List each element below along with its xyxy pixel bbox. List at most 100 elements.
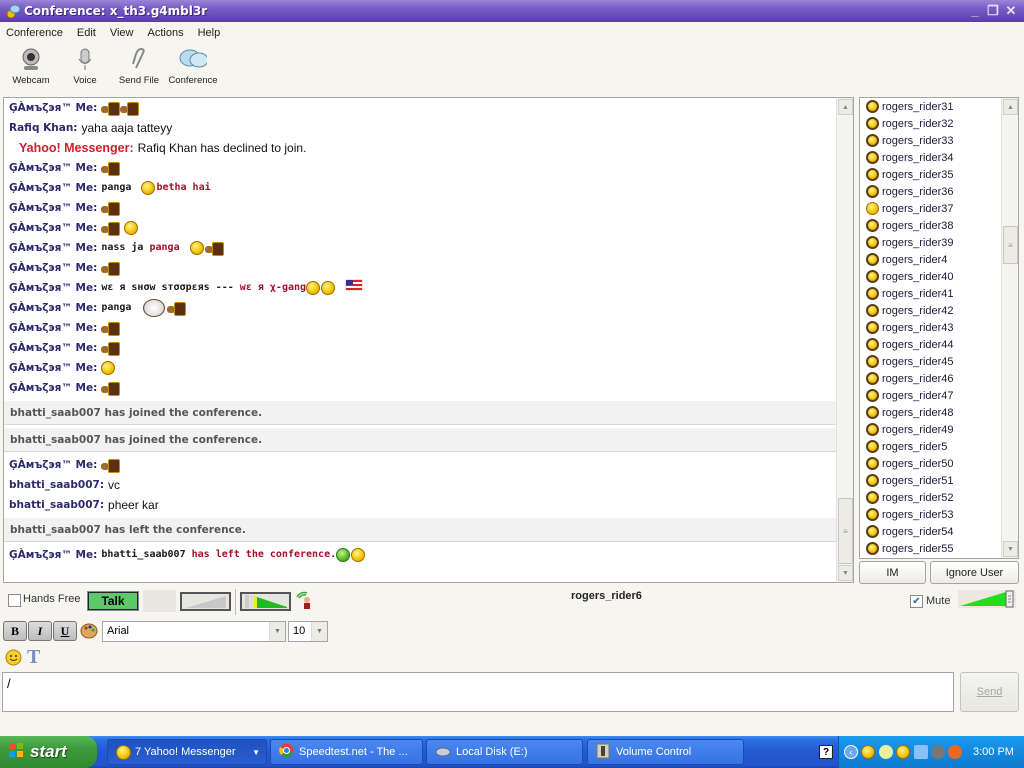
participant-item[interactable]: rogers_rider47	[860, 387, 1002, 404]
participant-item[interactable]: rogers_rider34	[860, 149, 1002, 166]
participant-item[interactable]: rogers_rider44	[860, 336, 1002, 353]
network-icon[interactable]	[914, 745, 928, 759]
menu-conference[interactable]: Conference	[6, 27, 63, 39]
headphones-smiley-icon	[866, 338, 879, 351]
send-button[interactable]: Send	[960, 672, 1019, 712]
participant-item[interactable]: rogers_rider36	[860, 183, 1002, 200]
participant-item[interactable]: rogers_rider40	[860, 268, 1002, 285]
title-bar[interactable]: Conference: x_th3.g4mbl3r _ ❐ ✕	[0, 0, 1024, 22]
chevron-down-icon[interactable]: ▼	[269, 622, 285, 641]
participant-item[interactable]: rogers_rider32	[860, 115, 1002, 132]
participant-item[interactable]: rogers_rider41	[860, 285, 1002, 302]
im-button[interactable]: IM	[859, 561, 926, 584]
participant-name: rogers_rider35	[882, 168, 954, 181]
participant-item[interactable]: rogers_rider51	[860, 472, 1002, 489]
emoticon-button[interactable]	[5, 649, 22, 669]
participant-item[interactable]: rogers_rider46	[860, 370, 1002, 387]
participant-list[interactable]: rogers_rider31 rogers_rider32 rogers_rider…	[859, 97, 1019, 559]
participant-name: rogers_rider4	[882, 253, 948, 266]
menu-edit[interactable]: Edit	[77, 27, 96, 39]
menu-actions[interactable]: Actions	[148, 27, 184, 39]
webcam-button[interactable]: Webcam	[4, 44, 58, 96]
message-text: nass ja	[101, 242, 150, 253]
message-text: betha hai	[156, 182, 211, 193]
system-tray: ? ‹ 3:00 PM	[819, 736, 1024, 768]
headphones-smiley-icon	[866, 253, 879, 266]
scroll-up-button[interactable]: ▲	[838, 99, 853, 115]
font-size-select[interactable]: 10 ▼	[288, 621, 328, 642]
yahoo-tray-icon-2[interactable]	[896, 745, 910, 759]
participant-item[interactable]: rogers_rider45	[860, 353, 1002, 370]
close-button[interactable]: ✕	[1004, 3, 1018, 19]
mute-checkbox[interactable]: ✔	[910, 595, 923, 608]
voice-button[interactable]: Voice	[58, 44, 112, 96]
message-input[interactable]	[2, 672, 954, 712]
text-style-icon[interactable]: T	[27, 646, 40, 669]
volume-tray-icon[interactable]	[931, 745, 945, 759]
participant-item[interactable]: rogers_rider4	[860, 251, 1002, 268]
taskbar-item-yahoo-messenger[interactable]: 7 Yahoo! Messenger ▼	[107, 739, 267, 765]
minimize-button[interactable]: _	[968, 3, 982, 19]
volume-slider[interactable]	[958, 590, 1016, 608]
chat-scrollbar[interactable]: ▲ ≡ ▼	[836, 98, 853, 582]
italic-button[interactable]: I	[28, 621, 52, 641]
participant-item[interactable]: rogers_rider43	[860, 319, 1002, 336]
cup-emoticon-icon	[101, 321, 121, 336]
taskbar-item-local-disk[interactable]: Local Disk (E:)	[426, 739, 583, 765]
participant-name: rogers_rider43	[882, 321, 954, 334]
participant-item[interactable]: rogers_rider54	[860, 523, 1002, 540]
color-palette-icon[interactable]	[80, 622, 98, 643]
underline-button[interactable]: U	[53, 621, 77, 641]
userlist-scroll-down-button[interactable]: ▼	[1003, 541, 1018, 557]
userlist-scroll-thumb[interactable]: ≡	[1003, 226, 1018, 264]
participant-item[interactable]: rogers_rider55	[860, 540, 1002, 557]
participant-name: rogers_rider44	[882, 338, 954, 351]
participant-item[interactable]: rogers_rider49	[860, 421, 1002, 438]
participant-item[interactable]: rogers_rider5	[860, 438, 1002, 455]
bold-button[interactable]: B	[3, 621, 27, 641]
talk-button[interactable]: Talk	[87, 591, 139, 611]
menu-view[interactable]: View	[110, 27, 134, 39]
headphones-smiley-icon	[866, 236, 879, 249]
font-family-select[interactable]: Arial ▼	[102, 621, 286, 642]
userlist-scroll-up-button[interactable]: ▲	[1003, 99, 1018, 115]
chevron-down-icon[interactable]: ▼	[311, 622, 327, 641]
menu-help[interactable]: Help	[198, 27, 221, 39]
restore-button[interactable]: ❐	[986, 3, 1000, 19]
participant-item[interactable]: rogers_rider52	[860, 489, 1002, 506]
participant-name: rogers_rider54	[882, 525, 954, 538]
send-file-button[interactable]: Send File	[112, 44, 166, 96]
start-button[interactable]: start	[0, 736, 97, 768]
ignore-user-button[interactable]: Ignore User	[930, 561, 1019, 584]
message-sender: ĢÀмъζэя™ Me:	[9, 282, 98, 294]
tray-orange-icon[interactable]	[948, 745, 962, 759]
yahoo-tray-icon[interactable]	[861, 745, 875, 759]
participant-item[interactable]: rogers_rider38	[860, 217, 1002, 234]
scroll-thumb[interactable]: ≡	[838, 498, 853, 564]
headphones-smiley-icon	[866, 440, 879, 453]
taskbar-item-volume-control[interactable]: Volume Control	[587, 739, 744, 765]
participant-item[interactable]: rogers_rider48	[860, 404, 1002, 421]
participant-item[interactable]: rogers_rider42	[860, 302, 1002, 319]
participant-item[interactable]: rogers_rider37	[860, 200, 1002, 217]
taskbar-item-label: Local Disk (E:)	[456, 746, 528, 758]
participant-item[interactable]: rogers_rider33	[860, 132, 1002, 149]
hands-free-checkbox[interactable]	[8, 594, 21, 607]
send-file-label: Send File	[118, 75, 160, 86]
participant-scrollbar[interactable]: ▲ ≡ ▼	[1001, 98, 1018, 558]
scroll-down-button[interactable]: ▼	[838, 565, 853, 581]
participant-item[interactable]: rogers_rider50	[860, 455, 1002, 472]
headphones-smiley-icon	[866, 491, 879, 504]
chevron-left-icon[interactable]: ‹	[844, 745, 858, 759]
conference-button[interactable]: Conference	[166, 44, 220, 96]
participant-item[interactable]: rogers_rider31	[860, 98, 1002, 115]
taskbar-item-speedtest[interactable]: Speedtest.net - The ...	[270, 739, 423, 765]
tray-app-icon[interactable]	[879, 745, 893, 759]
menu-bar: Conference Edit View Actions Help	[0, 22, 1024, 44]
help-icon[interactable]: ?	[819, 745, 833, 759]
participant-item[interactable]: rogers_rider39	[860, 234, 1002, 251]
chat-history[interactable]: ĢÀмъζэя™ Me: Rafiq Khan: yaha aaja tatteyy…	[3, 97, 854, 583]
participant-item[interactable]: rogers_rider53	[860, 506, 1002, 523]
participant-item[interactable]: rogers_rider35	[860, 166, 1002, 183]
message-text: panga	[149, 242, 186, 253]
